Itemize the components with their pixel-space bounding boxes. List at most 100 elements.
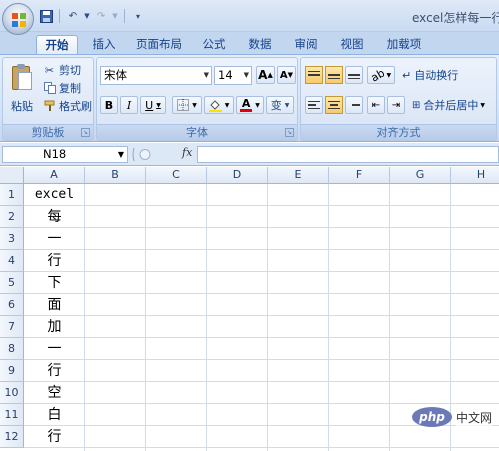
quick-access-toolbar: ↶ ▼ ↷ ▼ ▾ <box>38 7 146 25</box>
cell-a1[interactable]: excel <box>24 184 85 206</box>
name-box[interactable]: N18 ▼ <box>2 146 128 163</box>
grow-font-button[interactable]: A ▲ <box>256 66 275 84</box>
bold-button[interactable]: B <box>100 96 118 114</box>
formula-input[interactable] <box>197 146 499 163</box>
column-header-f[interactable]: F <box>329 167 390 184</box>
align-bottom-button[interactable] <box>345 66 363 84</box>
undo-dropdown-icon[interactable]: ▼ <box>83 8 91 24</box>
underline-label: U <box>145 98 154 112</box>
column-gridline <box>206 184 207 451</box>
font-name-combo[interactable]: 宋体 ▼ <box>100 66 212 85</box>
scissors-icon: ✂ <box>44 63 55 77</box>
row-header-12[interactable]: 12 <box>0 426 24 448</box>
column-gridline <box>267 184 268 451</box>
redo-dropdown-icon[interactable]: ▼ <box>111 8 119 24</box>
clipboard-group-label: 剪贴板 <box>3 124 93 140</box>
alignment-group-label: 对齐方式 <box>301 124 496 140</box>
tab-review[interactable]: 审阅 <box>290 35 322 54</box>
merge-icon: ⊞ <box>412 99 421 111</box>
cell-a4[interactable]: 行 <box>24 250 85 272</box>
shrink-font-button[interactable]: A ▼ <box>277 66 296 84</box>
merge-center-label: 合并后居中 <box>423 99 479 112</box>
column-header-b[interactable]: B <box>85 167 146 184</box>
row-header-10[interactable]: 10 <box>0 382 24 404</box>
decrease-indent-button[interactable]: ⇤ <box>367 96 385 114</box>
row-header-6[interactable]: 6 <box>0 294 24 316</box>
increase-indent-button[interactable]: ⇥ <box>387 96 405 114</box>
font-color-button[interactable]: A ▼ <box>236 96 264 114</box>
cell-a2[interactable]: 每 <box>24 206 85 228</box>
wrap-text-label: 自动换行 <box>414 69 459 82</box>
name-box-value: N18 <box>43 147 67 161</box>
font-size-value: 14 <box>218 68 233 82</box>
cell-a8[interactable]: 一 <box>24 338 85 360</box>
cut-button[interactable]: ✂ 剪切 <box>43 62 81 78</box>
row-header-5[interactable]: 5 <box>0 272 24 294</box>
borders-button[interactable]: ▼ <box>172 96 202 114</box>
font-launcher-icon[interactable]: ↘ <box>285 128 294 137</box>
column-header-c[interactable]: C <box>146 167 207 184</box>
column-header-e[interactable]: E <box>268 167 329 184</box>
row-header-1[interactable]: 1 <box>0 184 24 206</box>
tab-data[interactable]: 数据 <box>244 35 276 54</box>
copy-button[interactable]: 复制 <box>43 80 81 96</box>
row-header-11[interactable]: 11 <box>0 404 24 426</box>
cell-a3[interactable]: 一 <box>24 228 85 250</box>
customize-qat-icon[interactable]: ▾ <box>130 8 146 24</box>
office-button[interactable] <box>2 3 34 35</box>
title-bar: ↶ ▼ ↷ ▼ ▾ excel怎样每一行 <box>0 0 499 35</box>
tab-home[interactable]: 开始 <box>36 35 78 54</box>
cell-a6[interactable]: 面 <box>24 294 85 316</box>
row-header-2[interactable]: 2 <box>0 206 24 228</box>
tab-page-layout[interactable]: 页面布局 <box>130 35 188 54</box>
cell-a9[interactable]: 行 <box>24 360 85 382</box>
save-icon[interactable] <box>38 8 54 24</box>
column-header-g[interactable]: G <box>390 167 451 184</box>
align-center-button[interactable] <box>325 96 343 114</box>
tab-view[interactable]: 视图 <box>336 35 368 54</box>
row-header-9[interactable]: 9 <box>0 360 24 382</box>
fill-color-button[interactable]: ▼ <box>204 96 234 114</box>
font-size-combo[interactable]: 14 ▼ <box>214 66 252 85</box>
row-header-4[interactable]: 4 <box>0 250 24 272</box>
redo-icon[interactable]: ↷ <box>93 8 109 24</box>
align-left-button[interactable] <box>305 96 323 114</box>
align-right-button[interactable] <box>345 96 363 114</box>
column-header-d[interactable]: D <box>207 167 268 184</box>
align-top-button[interactable] <box>305 66 323 84</box>
clipboard-launcher-icon[interactable]: ↘ <box>81 128 90 137</box>
underline-button[interactable]: U ▼ <box>140 96 166 114</box>
row-header-7[interactable]: 7 <box>0 316 24 338</box>
chevron-down-icon: ▼ <box>117 150 124 159</box>
cell-a12[interactable]: 行 <box>24 426 85 448</box>
row-header-8[interactable]: 8 <box>0 338 24 360</box>
align-middle-button[interactable] <box>325 66 343 84</box>
cell-a7[interactable]: 加 <box>24 316 85 338</box>
font-group-label: 字体 <box>97 124 297 140</box>
cell-a5[interactable]: 下 <box>24 272 85 294</box>
cell-a11[interactable]: 白 <box>24 404 85 426</box>
ribbon: 粘贴 ✂ 剪切 复制 格式刷 剪贴板 ↘ 宋体 ▼ 14 ▼ A ▲ A ▼ B… <box>0 54 499 142</box>
column-header-h[interactable]: H <box>451 167 499 184</box>
italic-button[interactable]: I <box>120 96 138 114</box>
formula-expand-icon[interactable] <box>131 146 161 163</box>
merge-center-button[interactable]: ⊞ 合并后居中 ▼ <box>411 96 497 114</box>
separator <box>59 9 60 23</box>
column-header-a[interactable]: A <box>24 167 85 184</box>
align-left-icon <box>308 100 320 110</box>
cell-a10[interactable]: 空 <box>24 382 85 404</box>
phonetic-button[interactable]: 变 ▼ <box>266 96 294 114</box>
insert-function-icon[interactable]: fx <box>182 146 192 159</box>
undo-icon[interactable]: ↶ <box>65 8 81 24</box>
paste-button[interactable]: 粘贴 <box>7 62 37 114</box>
shrink-font-label: A <box>279 69 288 81</box>
orientation-button[interactable]: ab ▼ <box>367 66 395 84</box>
watermark: php 中文网 <box>412 407 493 427</box>
select-all-corner[interactable] <box>0 167 24 184</box>
tab-formulas[interactable]: 公式 <box>198 35 230 54</box>
row-header-3[interactable]: 3 <box>0 228 24 250</box>
tab-addins[interactable]: 加载项 <box>382 35 426 54</box>
tab-insert[interactable]: 插入 <box>88 35 120 54</box>
format-painter-button[interactable]: 格式刷 <box>43 98 92 114</box>
wrap-text-button[interactable]: ↵ 自动换行 <box>401 66 481 84</box>
